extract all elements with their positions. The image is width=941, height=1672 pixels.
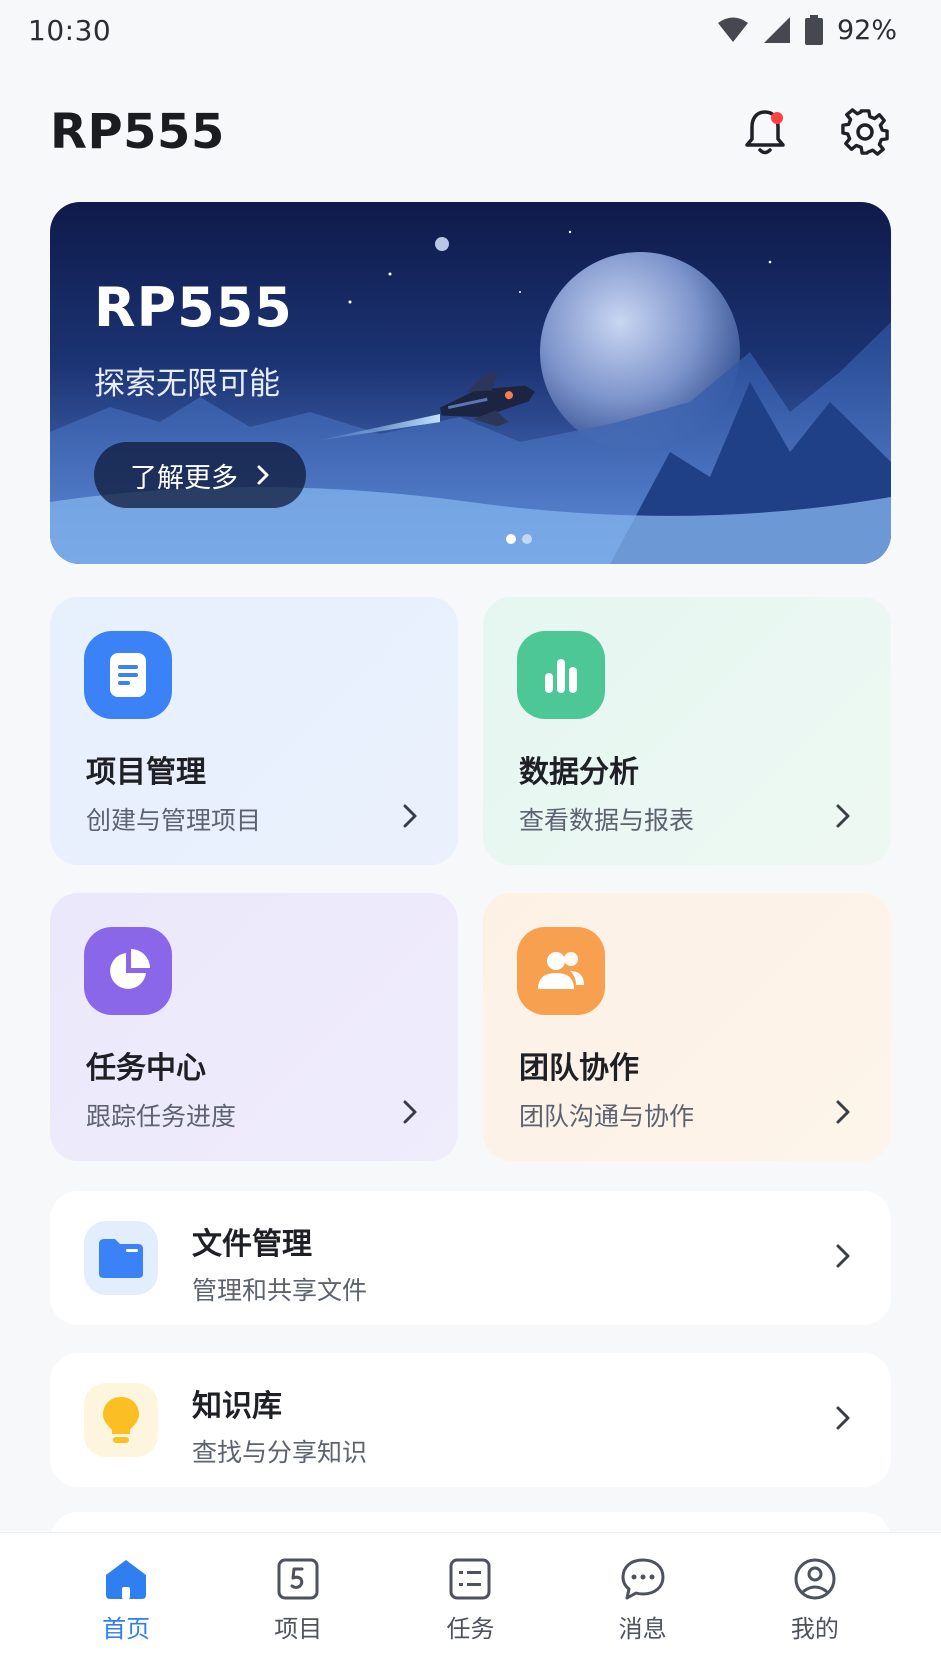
tab-projects[interactable]: 项目 [238, 1557, 358, 1644]
list-subtitle: 管理和共享文件 [192, 1276, 368, 1305]
tab-label: 项目 [274, 1615, 323, 1643]
status-bar: 10:30 92% [0, 0, 941, 60]
banner-subtitle: 探索无限可能 [94, 366, 280, 402]
card-title: 项目管理 [86, 755, 206, 790]
card-team-collaboration[interactable]: 团队协作 团队沟通与协作 [483, 893, 891, 1161]
list-item-file-management[interactable]: 文件管理 管理和共享文件 [50, 1191, 891, 1325]
document-icon [84, 631, 172, 719]
card-title: 数据分析 [519, 755, 639, 790]
team-icon [517, 927, 605, 1015]
chevron-right-icon [836, 1244, 850, 1268]
app-header: RP555 [50, 96, 891, 168]
status-time: 10:30 [28, 13, 112, 47]
lightbulb-icon [84, 1383, 158, 1457]
list-title: 文件管理 [192, 1227, 312, 1262]
card-task-center[interactable]: 任务中心 跟踪任务进度 [50, 893, 458, 1161]
tab-label: 消息 [618, 1615, 667, 1643]
card-subtitle: 创建与管理项目 [86, 806, 262, 835]
card-data-analysis[interactable]: 数据分析 查看数据与报表 [483, 597, 891, 865]
learn-more-button[interactable]: 了解更多 [94, 442, 306, 508]
chevron-right-icon [836, 1406, 850, 1430]
task-list-icon [449, 1558, 491, 1600]
hero-banner[interactable]: RP555 探索无限可能 了解更多 [50, 202, 891, 564]
learn-more-label: 了解更多 [130, 462, 238, 494]
banner-pagination [506, 534, 532, 544]
bottom-tab-bar: 首页 项目 任务 消息 我的 [0, 1532, 941, 1672]
list-subtitle: 查找与分享知识 [192, 1438, 368, 1467]
list-item-knowledge-base[interactable]: 知识库 查找与分享知识 [50, 1353, 891, 1487]
settings-button[interactable] [839, 106, 891, 158]
battery-icon [804, 15, 823, 45]
tab-home[interactable]: 首页 [66, 1557, 186, 1644]
chevron-right-icon [257, 465, 269, 485]
cellular-signal-icon [763, 17, 790, 43]
notifications-button[interactable] [739, 106, 791, 158]
header-actions [739, 106, 891, 158]
page-title: RP555 [50, 104, 225, 160]
tab-label: 任务 [446, 1615, 495, 1643]
pie-chart-icon [84, 927, 172, 1015]
card-project-management[interactable]: 项目管理 创建与管理项目 [50, 597, 458, 865]
wifi-icon [717, 17, 748, 42]
battery-percentage: 92% [836, 14, 897, 46]
notification-dot [771, 112, 783, 124]
home-icon [106, 1560, 147, 1599]
pagination-dot [522, 534, 532, 544]
card-subtitle: 跟踪任务进度 [86, 1102, 237, 1131]
tab-label: 我的 [790, 1615, 839, 1643]
card-subtitle: 团队沟通与协作 [519, 1102, 695, 1131]
folder-icon [84, 1221, 158, 1295]
tab-tasks[interactable]: 任务 [410, 1557, 530, 1644]
tab-messages[interactable]: 消息 [583, 1557, 703, 1644]
project-icon [277, 1558, 319, 1600]
bar-chart-icon [517, 631, 605, 719]
tab-label: 首页 [102, 1615, 151, 1643]
tab-profile[interactable]: 我的 [755, 1557, 875, 1644]
card-title: 任务中心 [86, 1051, 206, 1086]
profile-icon [794, 1558, 836, 1600]
pagination-dot-active [506, 534, 516, 544]
banner-title: RP555 [94, 276, 293, 339]
message-icon [621, 1558, 665, 1600]
chevron-right-icon [836, 1100, 850, 1124]
card-title: 团队协作 [519, 1051, 639, 1086]
chevron-right-icon [836, 804, 850, 828]
gear-icon [841, 108, 889, 156]
chevron-right-icon [403, 1100, 417, 1124]
status-icons: 92% [717, 15, 897, 46]
list-title: 知识库 [192, 1389, 282, 1424]
chevron-right-icon [403, 804, 417, 828]
card-subtitle: 查看数据与报表 [519, 806, 695, 835]
